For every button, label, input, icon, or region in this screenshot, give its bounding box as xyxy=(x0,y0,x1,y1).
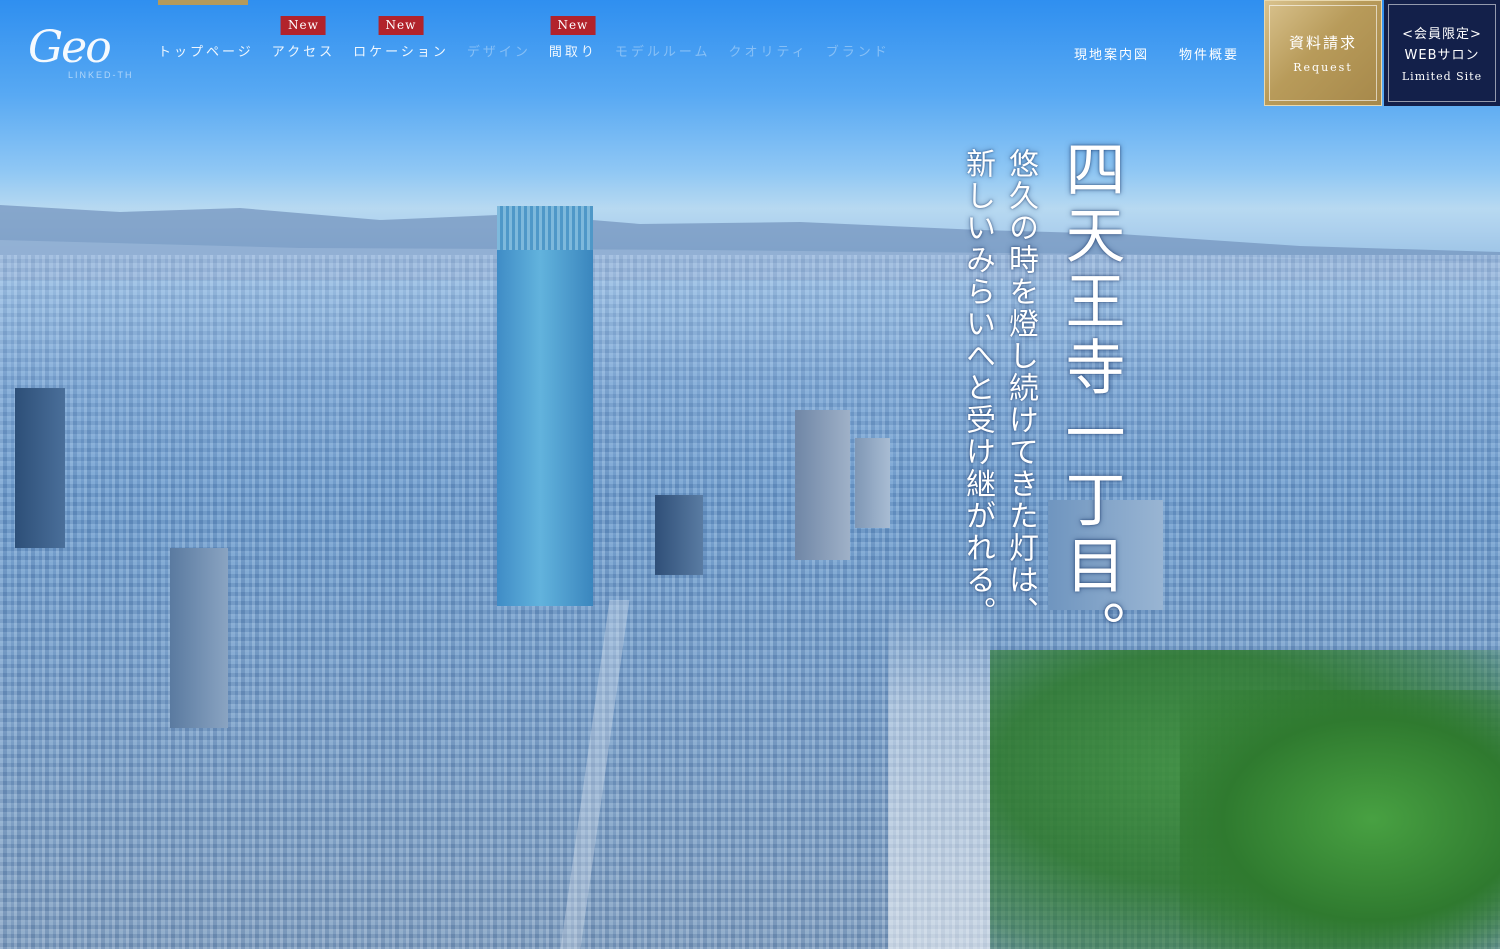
left-tower xyxy=(15,388,65,548)
logo-wordmark: Geo xyxy=(28,22,112,73)
mid-tower xyxy=(170,548,228,728)
hero-copy-line2: 新しいみらいへと受け継がれる。 xyxy=(960,148,995,628)
nav-item-quality[interactable]: クオリティ xyxy=(729,14,808,74)
nav-label: デザイン xyxy=(466,45,531,60)
nav-label: トップページ xyxy=(158,45,254,60)
nav-item-floorplan[interactable]: New 間取り xyxy=(549,14,597,74)
new-badge: New xyxy=(550,16,596,35)
hero-copy-line1: 悠久の時を燈し続けてきた灯は、 xyxy=(1003,148,1038,628)
new-badge: New xyxy=(280,16,326,35)
station-building xyxy=(655,495,703,575)
hero-background xyxy=(0,0,1500,949)
site-logo[interactable]: Geo LINKED-TH xyxy=(22,22,162,88)
hero-title: 四天王寺一丁目。 xyxy=(1055,138,1125,666)
new-badge: New xyxy=(378,16,424,35)
nav-item-modelroom[interactable]: モデルルーム xyxy=(615,14,711,74)
button-frame xyxy=(1269,5,1377,101)
park-greenery xyxy=(1180,690,1500,949)
nav-item-location[interactable]: New ロケーション xyxy=(353,14,449,74)
nav-item-top[interactable]: トップページ xyxy=(158,14,254,74)
nav-label: 間取り xyxy=(548,45,597,60)
outline-link[interactable]: 物件概要 xyxy=(1179,44,1239,63)
abeno-harukas-tower xyxy=(497,206,593,606)
web-salon-button[interactable]: <会員限定> WEBサロン Limited Site xyxy=(1384,0,1500,106)
slim-tower xyxy=(855,438,890,528)
nav-item-brand[interactable]: ブランド xyxy=(826,14,890,74)
map-link[interactable]: 現地案内図 xyxy=(1074,44,1149,63)
nav-label: モデルルーム xyxy=(614,45,711,60)
nav-item-access[interactable]: New アクセス xyxy=(272,14,335,74)
utility-links: 現地案内図 物件概要 xyxy=(1074,44,1269,63)
request-button[interactable]: 資料請求 Request xyxy=(1264,0,1382,106)
nav-label: クオリティ xyxy=(728,45,808,60)
active-indicator xyxy=(158,0,248,5)
button-frame xyxy=(1388,4,1496,102)
global-nav: トップページ New アクセス New ロケーション デザイン New 間取り … xyxy=(158,14,908,74)
logo-subtext: LINKED-TH xyxy=(68,70,134,80)
tower-crown xyxy=(497,206,593,250)
nav-label: ロケーション xyxy=(353,45,449,60)
nav-label: アクセス xyxy=(271,45,336,60)
light-beam xyxy=(888,600,990,949)
site-header: Geo LINKED-TH トップページ New アクセス New ロケーション… xyxy=(0,0,1500,110)
right-tower xyxy=(795,410,850,560)
nav-label: ブランド xyxy=(825,45,890,60)
nav-item-design[interactable]: デザイン xyxy=(467,14,531,74)
